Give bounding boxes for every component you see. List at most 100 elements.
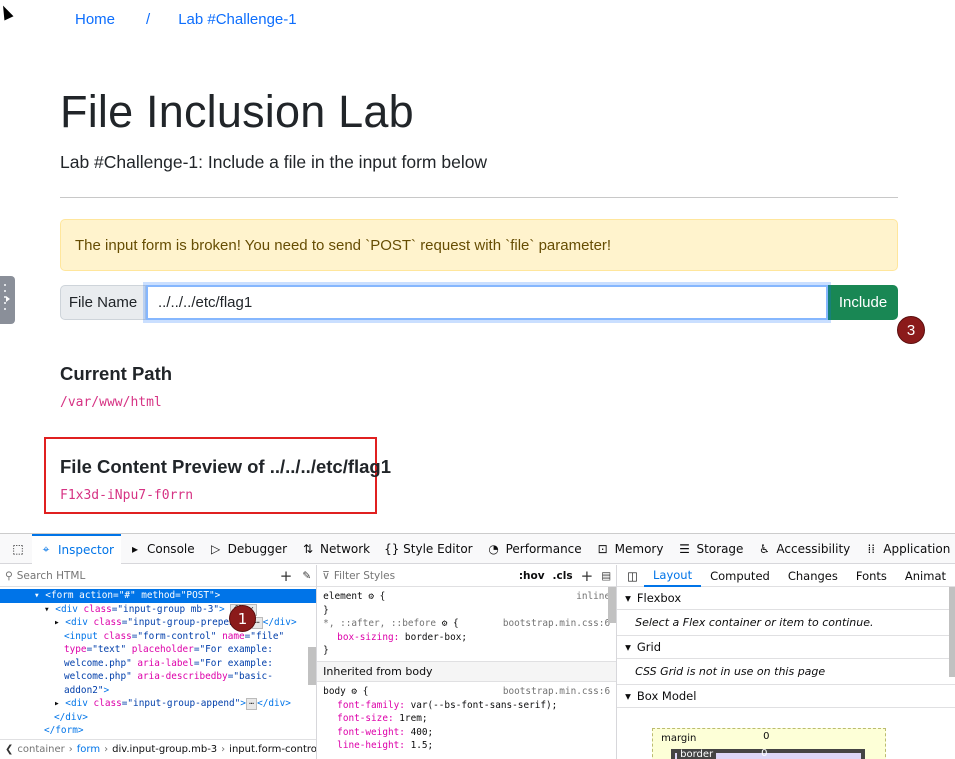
network-icon: ⇅: [303, 541, 314, 556]
chevron-right-icon: ›: [104, 744, 109, 755]
crumb-input[interactable]: input.form-control: [229, 744, 316, 755]
tab-inspector[interactable]: ⌖ Inspector: [32, 534, 121, 564]
tab-label: Application: [883, 541, 951, 556]
border-label: border: [677, 749, 717, 759]
stylesheet-link[interactable]: bootstrap.min.css:6: [503, 685, 610, 699]
warning-alert: The input form is broken! You need to se…: [60, 219, 898, 271]
tree-row-append[interactable]: ▸ <div class="input-group-append"> ⋯ </div…: [0, 697, 316, 711]
rules-scrollbar[interactable]: [608, 587, 617, 623]
sidebar-tabs: ◫ Layout Computed Changes Fonts Animat: [617, 565, 955, 587]
tree-row-prepend[interactable]: ▸ <div class="input-group-prepend">⋯</di…: [0, 616, 316, 630]
tree-row-input[interactable]: <input class="form-control" name="file": [0, 630, 316, 644]
boxmodel-section[interactable]: ▾ Box Model: [617, 685, 955, 708]
tab-label: Accessibility: [776, 541, 851, 556]
inspector-icon: ⌖: [42, 542, 50, 556]
expand-icon: ▾: [625, 591, 631, 605]
add-node-icon[interactable]: +: [280, 567, 293, 585]
crumb-div[interactable]: div.input-group.mb-3: [112, 744, 217, 755]
tab-computed[interactable]: Computed: [701, 565, 779, 587]
breadcrumb-current-link[interactable]: Lab #Challenge-1: [178, 11, 296, 28]
box-model-diagram: margin 0 border 0: [652, 728, 887, 759]
markup-tree: ▾ <form action="#" method="POST"> ▾ <div…: [0, 587, 317, 738]
braces-icon: {}: [384, 541, 400, 556]
flexbox-note: Select a Flex container or item to conti…: [617, 610, 955, 636]
layout-scrollbar[interactable]: [949, 587, 955, 677]
tab-storage[interactable]: ☰ Storage: [670, 534, 750, 564]
tab-label: Network: [320, 541, 371, 556]
tab-label: Performance: [505, 541, 582, 556]
tab-label: Memory: [614, 541, 664, 556]
console-icon: ▸: [131, 541, 138, 556]
tab-style-editor[interactable]: {} Style Editor: [377, 534, 479, 564]
markup-pane: ⚲ + ✎ ▾ <form action="#" method="POST"> …: [0, 565, 318, 759]
tree-row-form[interactable]: ▾ <form action="#" method="POST">: [0, 589, 317, 603]
current-path-heading: Current Path: [60, 363, 173, 384]
chevron-right-icon: ›: [221, 744, 226, 755]
page-content: Home / Lab #Challenge-1 File Inclusion L…: [0, 0, 955, 533]
tab-label: Storage: [696, 541, 744, 556]
sidebar-handle[interactable]: [0, 276, 15, 324]
print-icon[interactable]: ▤: [601, 570, 611, 582]
margin-label: margin: [661, 733, 697, 744]
hov-toggle[interactable]: :hov: [519, 570, 545, 582]
tab-memory[interactable]: ⊡ Memory: [589, 534, 671, 564]
grid-section[interactable]: ▾ Grid: [617, 636, 955, 659]
accessibility-icon: ♿: [759, 541, 770, 556]
breadcrumb-home-link[interactable]: Home: [75, 11, 115, 28]
border-top-value[interactable]: 0: [761, 748, 767, 759]
breadcrumb: Home / Lab #Challenge-1: [75, 11, 297, 28]
add-rule-icon[interactable]: +: [581, 567, 594, 585]
crumb-container[interactable]: container: [17, 744, 64, 755]
page-subtitle: Lab #Challenge-1: Include a file in the …: [60, 152, 488, 172]
file-preview-heading-file: ../../../etc/flag1: [269, 456, 392, 477]
eyedropper-icon[interactable]: ✎: [302, 570, 311, 582]
chevron-left-icon[interactable]: ❮: [5, 744, 13, 755]
tab-accessibility[interactable]: ♿ Accessibility: [750, 534, 857, 564]
tab-changes[interactable]: Changes: [779, 565, 847, 587]
file-preview-content: F1x3d-iNpu7-f0rrn: [60, 488, 194, 503]
tab-label: Inspector: [58, 542, 114, 557]
chevron-right-icon: [6, 296, 10, 302]
cls-toggle[interactable]: .cls: [553, 570, 573, 582]
file-name-label: File Name: [60, 285, 146, 320]
tab-label: Style Editor: [403, 541, 473, 556]
tab-fonts[interactable]: Fonts: [847, 565, 896, 587]
tab-label: Debugger: [227, 541, 288, 556]
stylesheet-link[interactable]: bootstrap.min.css:6: [503, 617, 610, 631]
tab-label: Console: [146, 541, 195, 556]
margin-top-value[interactable]: 0: [763, 731, 769, 742]
tree-row-input-group[interactable]: ▾ <div class="input-group mb-3"> flex: [0, 603, 316, 617]
include-button[interactable]: Include: [828, 285, 898, 320]
tab-application[interactable]: ⁞⁞ Application: [857, 534, 955, 564]
devtools-panel: ⬚ ⌖ Inspector ▸ Console ▷ Debugger ⇅ Network…: [0, 533, 955, 759]
tab-network[interactable]: ⇅ Network: [294, 534, 377, 564]
breadcrumb-separator: /: [146, 11, 151, 28]
flexbox-section[interactable]: ▾ Flexbox: [617, 587, 955, 610]
tab-layout[interactable]: Layout: [643, 565, 702, 587]
rules-pane: ⊽ :hov .cls + ▤ element ⚙ {inline } *, :…: [317, 565, 618, 759]
tab-debugger[interactable]: ▷ Debugger: [202, 534, 294, 564]
grid-dots-icon: ⁞⁞: [867, 541, 876, 556]
tab-performance[interactable]: ◔ Performance: [480, 534, 589, 564]
devtools-tabbar: ⬚ ⌖ Inspector ▸ Console ▷ Debugger ⇅ Network…: [0, 534, 955, 564]
filter-styles-input[interactable]: [333, 569, 519, 582]
file-preview-heading-prefix: File Content Preview of: [60, 456, 270, 477]
storage-icon: ☰: [679, 541, 690, 556]
crumb-form[interactable]: form: [77, 744, 100, 755]
sidebar-toggle-icon[interactable]: ◫: [621, 565, 644, 587]
search-html-input[interactable]: [16, 569, 280, 582]
search-icon: ⚲: [5, 569, 13, 582]
filter-icon: ⊽: [322, 569, 330, 582]
file-name-input[interactable]: [146, 285, 828, 320]
tab-animations[interactable]: Animat: [896, 565, 955, 587]
expand-icon: ▾: [625, 640, 631, 654]
gauge-icon: ◔: [488, 541, 499, 556]
annotation-marker-1: 1: [229, 605, 256, 632]
markup-scrollbar[interactable]: [308, 647, 317, 685]
layout-pane: ◫ Layout Computed Changes Fonts Animat ▾…: [617, 565, 955, 759]
element-picker-button[interactable]: ⬚: [4, 534, 32, 564]
annotation-marker-3: 3: [897, 316, 925, 344]
grid-note: CSS Grid is not in use on this page: [617, 659, 955, 685]
tab-console[interactable]: ▸ Console: [121, 534, 202, 564]
chevron-right-icon: ›: [68, 744, 73, 755]
